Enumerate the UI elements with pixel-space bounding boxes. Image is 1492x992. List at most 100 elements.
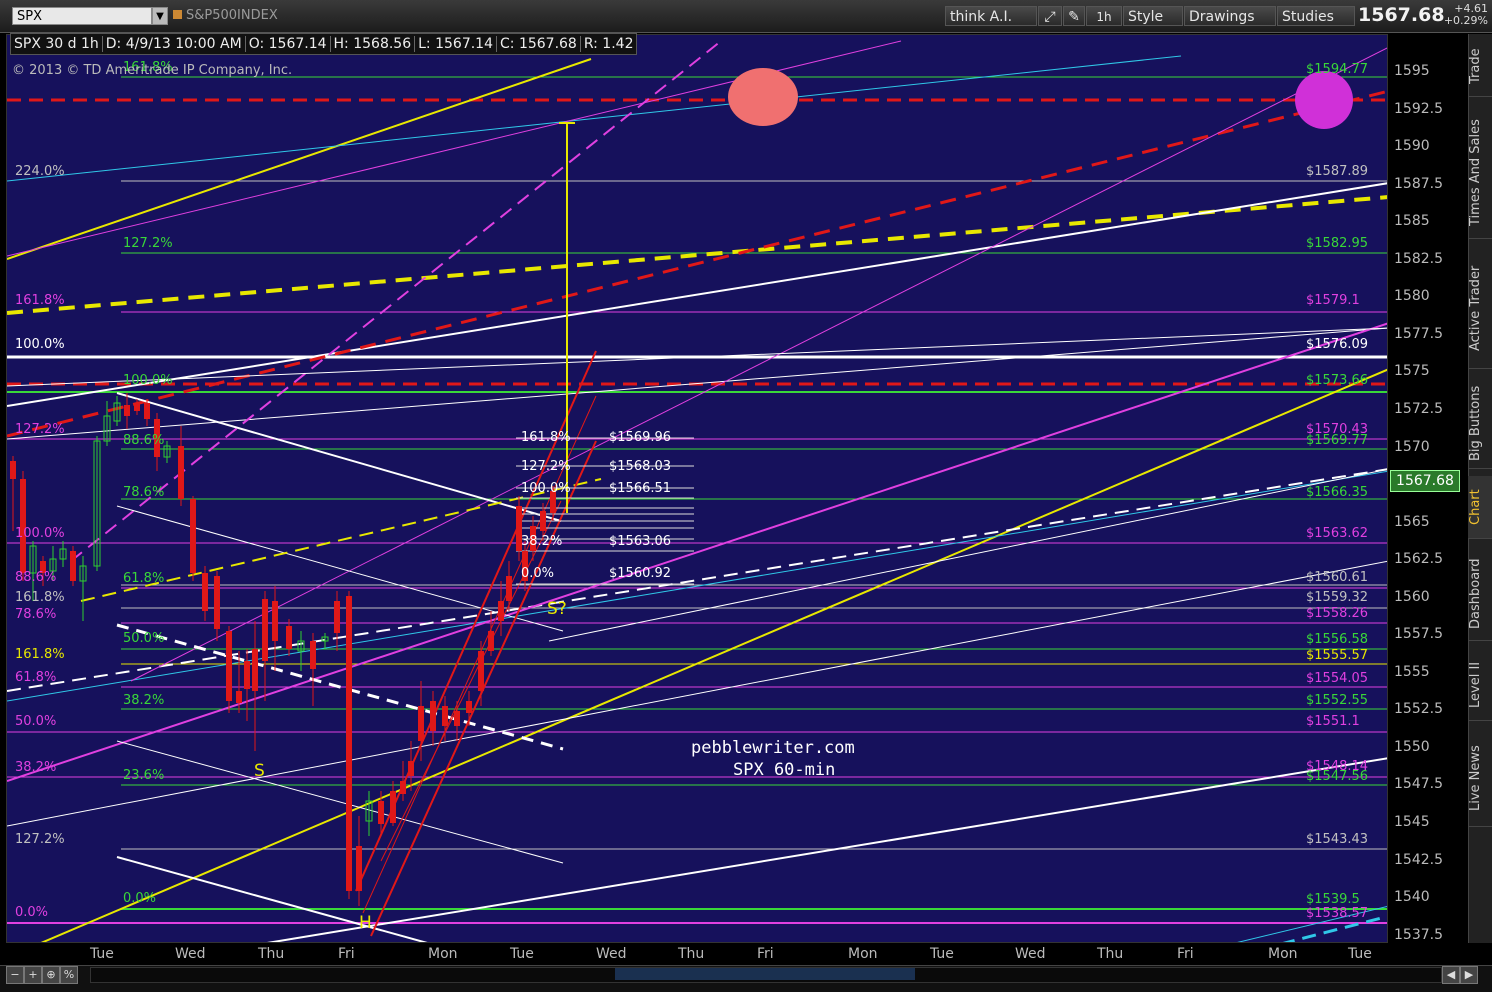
fib-price-label: $1560.61 (1306, 570, 1368, 585)
white-support-line (266, 757, 1387, 942)
time-tick-label: Mon (1268, 946, 1298, 962)
price-tick-label: 1550 (1394, 738, 1430, 755)
think-ai-button[interactable]: think A.I. (945, 6, 1037, 26)
price-tick-label: 1555 (1394, 663, 1430, 680)
yellow-dashed-trend-line (7, 195, 1387, 315)
fib-price-label: $1569.77 (1306, 433, 1368, 448)
chart-canvas[interactable]: $1594.77 $1587.89 $1582.95 $1579.1 $1576.09 $… (7, 35, 1388, 943)
candle-body (190, 499, 196, 573)
fib-percent-label: 161.8% (15, 293, 65, 308)
scroll-left-icon[interactable]: ◀ (1442, 966, 1460, 984)
time-tick-label: Thu (1097, 946, 1124, 962)
bar-range: R: 1.42 (583, 36, 634, 52)
drawings-menu[interactable]: Drawings (1184, 6, 1276, 26)
mini-fib-percent: 38.2% (521, 534, 562, 549)
studies-menu[interactable]: Studies (1277, 6, 1355, 26)
style-menu[interactable]: Style (1123, 6, 1183, 26)
price-chart[interactable]: $1594.77 $1587.89 $1582.95 $1579.1 $1576.09 $… (6, 34, 1388, 943)
mini-fib-price: $1560.92 (609, 566, 671, 581)
index-flag-icon (173, 10, 182, 19)
candle-body (144, 403, 150, 419)
mini-fib-price: $1563.06 (609, 534, 671, 549)
time-tick-label: Tue (90, 946, 114, 962)
fib-price-label: $1587.89 (1306, 164, 1368, 179)
bar-close: C: 1567.68 (497, 36, 581, 52)
white-trend-line (7, 182, 1387, 407)
fib-price-label: $1551.1 (1306, 714, 1360, 729)
mini-fib-percent: 161.8% (521, 430, 571, 445)
symbol-input[interactable]: SPX (12, 7, 152, 25)
price-tick-label: 1545 (1394, 814, 1430, 830)
zoom-out-icon[interactable]: − (6, 966, 24, 984)
scroll-right-icon[interactable]: ▶ (1460, 966, 1478, 984)
sidebar-tab-trade[interactable]: Trade (1468, 36, 1492, 97)
fib-price-label: $1554.05 (1306, 671, 1368, 686)
drawing-tools-icon[interactable]: ⤢ (1038, 6, 1062, 26)
fib-price-label: $1579.1 (1306, 293, 1360, 308)
candle-body (226, 631, 232, 701)
fib-percent-label: 38.2% (123, 693, 164, 708)
fib-percent-label: 78.6% (123, 485, 164, 500)
price-tick-label: 1580 (1394, 288, 1430, 305)
yellow-trend-line (7, 58, 592, 260)
time-tick-label: Wed (175, 946, 206, 962)
fib-percent-label: 127.2% (15, 832, 65, 847)
head-label: H (359, 913, 372, 933)
candle-body (466, 701, 472, 713)
time-tick-label: Wed (1015, 946, 1046, 962)
fib-percent-label: 100.0% (15, 526, 65, 541)
current-price-tag: 1567.68 (1390, 470, 1460, 492)
wrench-icon[interactable]: ✎ (1063, 6, 1085, 26)
candle-body (178, 446, 184, 499)
sidebar-tab-big-buttons[interactable]: Big Buttons (1468, 378, 1492, 469)
white-lower-line (116, 740, 564, 864)
style-label: Style (1128, 9, 1164, 25)
white-descending-line (116, 856, 428, 942)
candle-body (346, 596, 352, 891)
fib-percent-label: 50.0% (15, 714, 56, 729)
time-tick-label: Tue (930, 946, 954, 962)
candle-body (400, 781, 406, 794)
time-tick-label: Fri (338, 946, 355, 962)
fib-price-label: $1576.09 (1306, 337, 1368, 352)
price-tick-label: 1587.5 (1394, 175, 1443, 192)
symbol-dropdown-button[interactable]: ▼ (152, 7, 168, 25)
price-tick-label: 1547.5 (1394, 776, 1443, 793)
fib-percent-label: 161.8% (15, 590, 65, 605)
fib-percent-label: 127.2% (123, 236, 173, 251)
candle-body (356, 846, 362, 891)
shoulder-left-label: S (254, 761, 265, 781)
zoom-fit-icon[interactable]: ⊕ (42, 966, 60, 984)
candle-body (214, 576, 220, 629)
candle-body (236, 691, 242, 703)
fib-percent-label: 100.0% (123, 373, 173, 388)
candle-body (252, 649, 258, 691)
fib-price-label: $1582.95 (1306, 236, 1368, 251)
timeframe-button[interactable]: 1h (1086, 6, 1122, 26)
fib-price-label: $1539.5 (1306, 892, 1360, 907)
scrollbar-thumb[interactable] (615, 968, 915, 980)
fib-price-label: $1538.57 (1306, 906, 1368, 921)
mini-fib-price: $1569.96 (609, 430, 671, 445)
bar-date: D: 4/9/13 10:00 AM (102, 36, 246, 52)
fib-price-label: $1556.58 (1306, 632, 1368, 647)
watermark-site: pebblewriter.com (691, 738, 855, 758)
candle-body (10, 461, 16, 479)
sidebar-tab-dashboard[interactable]: Dashboard (1468, 548, 1492, 641)
candle-body (262, 599, 268, 661)
percent-scale-icon[interactable]: % (60, 966, 78, 984)
fib-percent-label: 88.6% (123, 433, 164, 448)
sidebar-tab-chart[interactable]: Chart (1468, 476, 1492, 539)
candle-body (478, 651, 484, 691)
time-tick-label: Tue (510, 946, 534, 962)
sidebar-tab-times-and-sales[interactable]: Times And Sales (1468, 108, 1492, 239)
price-change: +4.61 +0.29% (1440, 3, 1488, 27)
zoom-in-icon[interactable]: + (24, 966, 42, 984)
price-tick-label: 1595 (1394, 63, 1430, 79)
chart-period: SPX 30 d 1h (11, 36, 103, 52)
sidebar-tab-active-trader[interactable]: Active Trader (1468, 248, 1492, 369)
candle-body (540, 511, 546, 531)
sidebar-tab-live-news[interactable]: Live News (1468, 730, 1492, 827)
sidebar-tab-level-ii[interactable]: Level II (1468, 650, 1492, 721)
price-tick-label: 1562.5 (1394, 551, 1443, 568)
